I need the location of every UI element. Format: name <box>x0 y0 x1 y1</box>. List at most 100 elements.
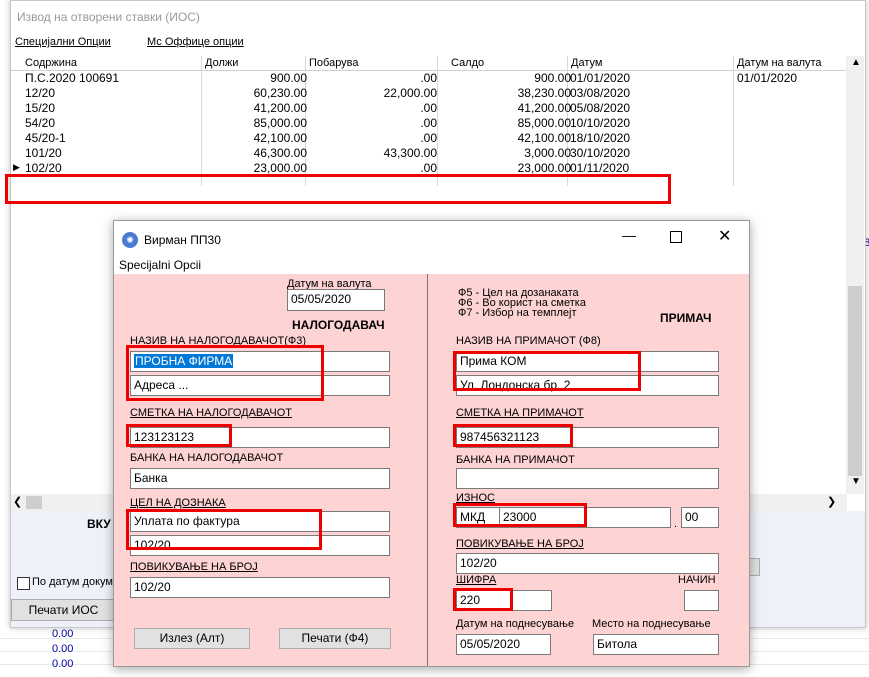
app-icon: ✺ <box>122 232 138 248</box>
panel-divider <box>427 274 428 666</box>
dialog-menu-special-options[interactable]: Specijalni Opcii <box>119 258 201 272</box>
cell-content: П.С.2020 100691 <box>25 71 120 85</box>
submit-place-field[interactable]: Битола <box>593 634 719 655</box>
dialog-title: Вирман ПП30 <box>144 233 221 247</box>
cell-content: 15/20 <box>25 101 56 115</box>
cell-content: 12/20 <box>25 86 56 100</box>
col-header-credit[interactable]: Побарува <box>309 57 359 69</box>
highlight-amount <box>453 503 587 527</box>
scroll-thumb[interactable] <box>848 286 862 476</box>
print-ios-button[interactable]: Печати ИОС <box>11 599 116 621</box>
grid-header: Содржина Должи Побарува Салдо Датум Дату… <box>11 56 847 71</box>
method-label: НАЧИН <box>678 574 716 586</box>
highlight-recipient-account <box>453 424 573 447</box>
table-row[interactable]: 15/20 41,200.00.00 41,200.00 05/08/2020 <box>11 100 847 115</box>
highlight-recipient-name <box>453 351 641 391</box>
cell-date: 30/10/2020 <box>570 146 631 160</box>
close-icon[interactable]: ✕ <box>718 226 731 246</box>
table-row[interactable]: П.С.2020 100691 900.00.00 900.00 01/01/2020… <box>11 70 847 85</box>
table-row[interactable]: 12/20 60,230.00 22,000.00 38,230.00 03/08/20… <box>11 85 847 100</box>
hint-f7: Ф7 - Избор на темплејт <box>458 307 577 319</box>
cell-balance: 900.00 <box>534 71 571 85</box>
col-header-content[interactable]: Содржина <box>25 57 77 69</box>
print-button[interactable]: Печати (Ф4) <box>279 628 391 649</box>
payer-reference-field[interactable]: 102/20 <box>130 577 390 598</box>
highlight-payer-account <box>126 424 232 447</box>
cell-balance: 41,200.00 <box>517 101 571 115</box>
submit-date-label: Датум на поднесување <box>456 618 575 630</box>
recipient-reference-field[interactable]: 102/20 <box>456 553 719 574</box>
method-field[interactable] <box>684 590 719 611</box>
cell-date: 03/08/2020 <box>570 86 631 100</box>
cell-credit: .00 <box>420 161 437 175</box>
cell-date: 10/10/2020 <box>570 116 631 130</box>
cell-credit: .00 <box>420 116 437 130</box>
col-header-value-date[interactable]: Датум на валута <box>737 57 822 69</box>
menu-ms-office-options[interactable]: Мс Оффице опции <box>147 36 244 48</box>
vertical-scrollbar[interactable]: ▲ ▼ <box>846 56 864 494</box>
date-doc-checkbox[interactable] <box>17 577 30 590</box>
cell-debit: 60,230.00 <box>253 86 307 100</box>
exit-button[interactable]: Излез (Алт) <box>134 628 250 649</box>
cell-date: 01/01/2020 <box>570 71 631 85</box>
scroll-up-icon[interactable]: ▲ <box>851 57 861 68</box>
cell-credit: .00 <box>420 71 437 85</box>
cell-content: 45/20-1 <box>25 131 66 145</box>
purpose-label: ЦЕЛ НА ДОЗНАКА <box>130 497 226 509</box>
recipient-bank-label: БАНКА НА ПРИМАЧОТ <box>456 454 575 466</box>
table-row[interactable]: 101/20 46,300.00 43,300.00 3,000.00 30/10/20… <box>11 145 847 160</box>
table-row[interactable]: 54/20 85,000.00.00 85,000.00 10/10/2020 <box>11 115 847 130</box>
cell-balance: 85,000.00 <box>517 116 571 130</box>
scroll-right-icon[interactable]: ❯ <box>827 495 836 508</box>
recipient-header: ПРИМАЧ <box>660 311 712 325</box>
recipient-name-label: НАЗИВ НА ПРИМАЧОТ (Ф8) <box>456 335 601 347</box>
cell-balance: 42,100.00 <box>517 131 571 145</box>
code-label: ШИФРА <box>456 574 497 586</box>
current-row-marker-icon: ▶ <box>13 162 20 172</box>
date-doc-label: По датум докум <box>32 576 113 588</box>
cell-date: 01/11/2020 <box>570 161 630 175</box>
cell-credit: .00 <box>420 131 437 145</box>
cell-content: 102/20 <box>25 161 62 175</box>
cell-date: 18/10/2020 <box>570 131 631 145</box>
payer-header: НАЛОГОДАВАЧ <box>292 318 385 332</box>
cell-debit: 900.00 <box>270 71 307 85</box>
recipient-account-label: СМЕТКА НА ПРИМАЧОТ <box>456 407 584 419</box>
payer-bank-label: БАНКА НА НАЛОГОДАВАЧОТ <box>130 452 284 464</box>
submit-date-field[interactable]: 05/05/2020 <box>456 634 551 655</box>
highlight-purpose <box>126 509 322 550</box>
payer-reference-label: ПОВИКУВАЊЕ НА БРОЈ <box>130 561 258 573</box>
cell-date: 05/08/2020 <box>570 101 631 115</box>
highlight-code <box>453 588 513 611</box>
col-header-debit[interactable]: Должи <box>205 57 238 69</box>
cell-content: 54/20 <box>25 116 56 130</box>
scroll-left-icon[interactable]: ❮ <box>13 495 22 508</box>
cell-balance: 38,230.00 <box>517 86 571 100</box>
highlight-payer-name <box>126 345 324 401</box>
cell-debit: 46,300.00 <box>253 146 307 160</box>
cell-debit: 23,000.00 <box>253 161 307 175</box>
cell-credit: .00 <box>420 101 437 115</box>
cell-debit: 41,200.00 <box>253 101 307 115</box>
scroll-thumb[interactable] <box>26 496 42 509</box>
amount-cents-field[interactable]: 00 <box>681 507 719 528</box>
cell-content: 101/20 <box>25 146 62 160</box>
cell-balance: 3,000.00 <box>524 146 571 160</box>
menu-special-options[interactable]: Специјални Опции <box>15 36 111 48</box>
cell-credit: 22,000.00 <box>383 86 437 100</box>
payer-bank-field[interactable]: Банка <box>130 468 390 489</box>
total-label: ВКУ <box>87 517 111 531</box>
highlight-selected-row <box>5 174 671 204</box>
window-title: Извод на отворени ставки (ИОС) <box>17 10 200 24</box>
col-header-balance[interactable]: Салдо <box>451 57 484 69</box>
recipient-bank-field[interactable] <box>456 468 719 489</box>
value-date-field[interactable]: 05/05/2020 <box>287 289 385 311</box>
submit-place-label: Место на поднесување <box>592 618 711 630</box>
scroll-down-icon[interactable]: ▼ <box>851 476 861 487</box>
col-header-date[interactable]: Датум <box>571 57 602 69</box>
table-row[interactable]: 45/20-1 42,100.00.00 42,100.00 18/10/2020 <box>11 130 847 145</box>
maximize-icon[interactable] <box>670 231 682 243</box>
cell-balance: 23,000.00 <box>517 161 571 175</box>
minimize-icon[interactable]: — <box>622 227 636 243</box>
table-row[interactable]: ▶ 102/20 23,000.00.00 23,000.00 01/11/2020 <box>11 160 847 175</box>
